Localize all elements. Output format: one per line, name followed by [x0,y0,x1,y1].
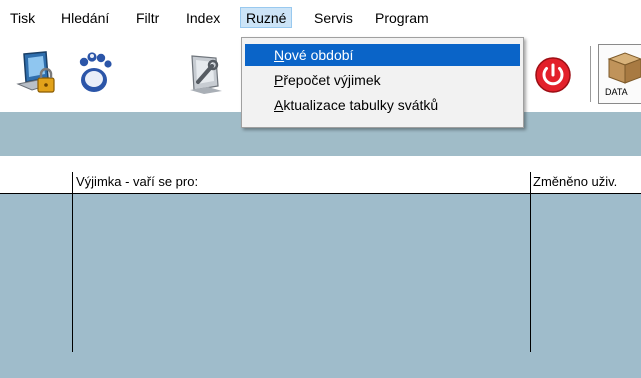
footprint-icon [79,52,112,92]
menu-item-label: ktualizace tabulky svátků [283,97,439,113]
mnemonic-p: P [274,72,284,88]
lock-computer-button[interactable] [14,50,58,96]
grid-column-divider [72,172,73,352]
menu-program[interactable]: Program [375,8,429,28]
data-label: DATA [605,87,628,97]
menu-filtr[interactable]: Filtr [136,8,159,28]
column-header-changed-by[interactable]: Změněno uživ. [533,174,617,189]
data-box-icon [607,52,641,84]
menu-index[interactable]: Index [186,8,220,28]
menu-bar: Tisk Hledání Filtr Index Ruzné Servis Pr… [0,0,641,34]
menu-item-prepocet-vyjimek[interactable]: Přepočet výjimek [245,69,520,91]
menu-hledani[interactable]: Hledání [61,8,109,28]
tools-button[interactable] [186,52,228,96]
power-icon [535,57,571,93]
footprint-button[interactable] [72,48,116,96]
power-button[interactable] [534,56,572,94]
menu-item-label: řepočet výjimek [283,72,381,88]
lock-computer-icon [16,51,55,93]
app-window: Tisk Hledání Filtr Index Ruzné Servis Pr… [0,0,641,378]
column-header-exception[interactable]: Výjimka - vaří se pro: [76,174,198,189]
menu-item-label: ové období [284,47,354,63]
tools-icon [190,55,222,94]
mnemonic-a: A [274,97,284,113]
mnemonic-n: N [274,47,285,63]
grid-column-divider [530,172,531,352]
menu-ruzne[interactable]: Ruzné [240,7,293,28]
toolbar-separator [590,46,591,102]
menu-servis[interactable]: Servis [314,8,353,28]
grid-body[interactable] [0,194,641,378]
menu-tisk[interactable]: Tisk [10,8,35,28]
ruzne-dropdown-menu: Nové období Přepočet výjimek Aktualizace… [241,37,524,128]
menu-item-aktualizace-svatku[interactable]: Aktualizace tabulky svátků [245,94,520,116]
grid-header: Výjimka - vaří se pro: Změněno uživ. [0,172,641,194]
data-button[interactable]: DATA [598,44,641,104]
menu-item-nove-obdobi[interactable]: Nové období [245,44,520,66]
